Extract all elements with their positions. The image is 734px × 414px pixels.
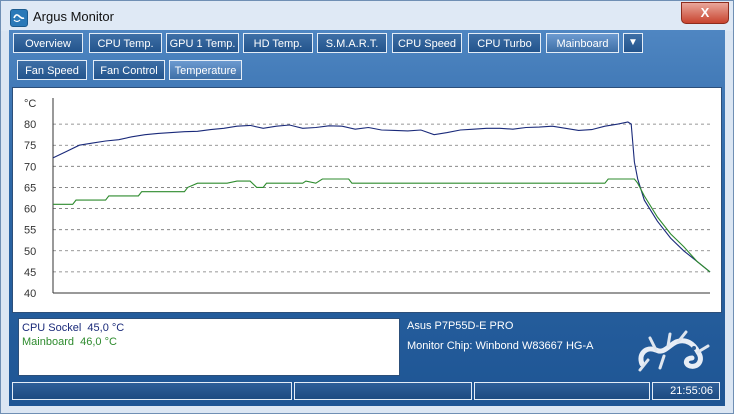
y-tick-label: 60 (24, 204, 36, 216)
series-line-cpu-sockel (52, 121, 711, 273)
chart-svg: °C 80 75 70 65 60 55 50 45 40 (24, 98, 711, 300)
cpu-readout-value: 45,0 °C (87, 322, 125, 334)
y-tick-label: 75 (24, 140, 36, 152)
tab-cpu-turbo[interactable]: CPU Turbo (468, 33, 541, 53)
status-segment-3 (474, 382, 650, 400)
monitor-chip: Monitor Chip: Winbond W83667 HG-A (407, 340, 594, 352)
window-title: Argus Monitor (33, 9, 114, 24)
app-icon (10, 9, 28, 27)
sensor-readout-panel: CPU Sockel 45,0 °C Mainboard 46,0 °C (18, 318, 400, 376)
status-segment-2 (294, 382, 472, 400)
tab-mainboard[interactable]: Mainboard (546, 33, 619, 53)
status-segment-1 (12, 382, 292, 400)
y-tick-label: 45 (24, 267, 36, 279)
tab-overview[interactable]: Overview (13, 33, 83, 53)
close-button[interactable]: X (681, 2, 729, 24)
tab-fan-speed[interactable]: Fan Speed (17, 60, 87, 80)
y-tick-label: 70 (24, 161, 36, 173)
chevron-down-icon: ▼ (628, 37, 638, 48)
tab-cpu-speed[interactable]: CPU Speed (392, 33, 462, 53)
mainboard-readout-value: 46,0 °C (80, 336, 117, 348)
app-window: Argus Monitor X Overview CPU Temp. GPU 1… (0, 0, 734, 414)
client-area: Overview CPU Temp. GPU 1 Temp. HD Temp. … (9, 30, 725, 406)
tab-cpu-temp[interactable]: CPU Temp. (89, 33, 162, 53)
tab-hd-temp[interactable]: HD Temp. (243, 33, 313, 53)
tab-smart[interactable]: S.M.A.R.T. (317, 33, 387, 53)
tabs-more-button[interactable]: ▼ (623, 33, 643, 53)
mainboard-readout: Mainboard 46,0 °C (22, 336, 117, 348)
status-clock: 21:55:06 (652, 382, 720, 400)
y-tick-label: 55 (24, 225, 36, 237)
temperature-chart: °C 80 75 70 65 60 55 50 45 40 (12, 87, 722, 313)
y-tick-label: 80 (24, 119, 36, 131)
y-tick-label: 50 (24, 246, 36, 258)
tab-fan-control[interactable]: Fan Control (93, 60, 165, 80)
cpu-readout: CPU Sockel 45,0 °C (22, 322, 124, 334)
y-tick-label: 65 (24, 182, 36, 194)
status-bar: 21:55:06 (12, 382, 720, 400)
tab-gpu1-temp[interactable]: GPU 1 Temp. (166, 33, 239, 53)
tab-temperature[interactable]: Temperature (169, 60, 242, 80)
mainboard-readout-label: Mainboard (22, 336, 74, 348)
y-axis-unit-label: °C (24, 98, 36, 110)
series-line-mainboard (53, 178, 711, 273)
gecko-logo-icon (634, 324, 714, 379)
cpu-readout-label: CPU Sockel (22, 322, 82, 334)
title-bar[interactable]: Argus Monitor X (1, 1, 733, 31)
y-tick-label: 40 (24, 288, 36, 300)
board-name: Asus P7P55D-E PRO (407, 320, 514, 332)
